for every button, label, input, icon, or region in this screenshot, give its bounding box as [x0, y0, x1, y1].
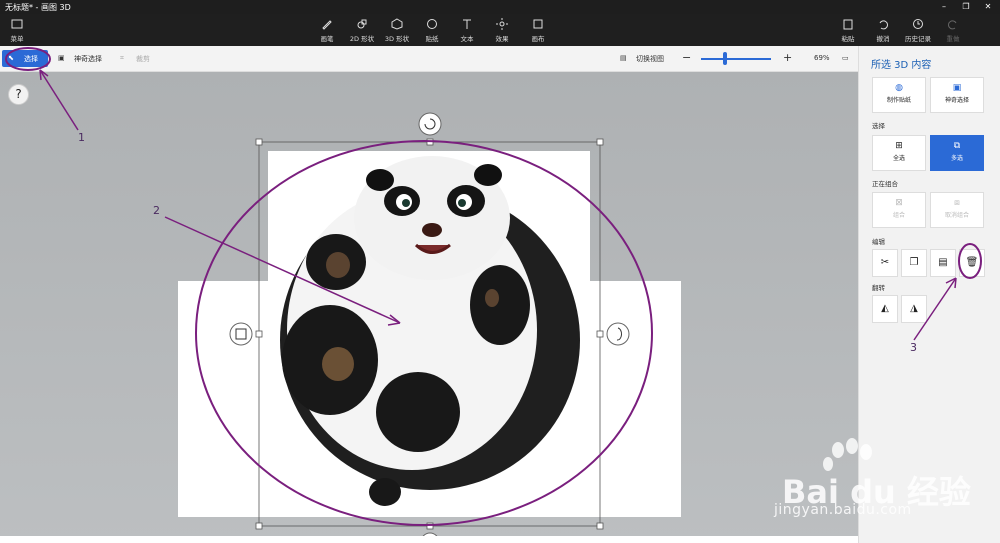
annotation-ellipse-delete — [958, 243, 982, 279]
annotation-label-2: 2 — [153, 204, 160, 217]
group-label: 组合 — [892, 212, 905, 219]
multi-select-label: 多选 — [950, 155, 963, 162]
redo-button[interactable]: 重做 — [936, 18, 970, 43]
redo-label: 重做 — [946, 35, 960, 43]
history-icon — [901, 18, 935, 32]
multi-select-button[interactable]: ⧉ 多选 — [930, 135, 984, 171]
annotation-arrow-1 — [39, 69, 79, 131]
resize-handle-l[interactable] — [255, 330, 263, 338]
group-icon: ⊠ — [895, 198, 903, 208]
make-sticker-label: 制作贴纸 — [886, 97, 911, 104]
section-group: 正在组合 — [872, 180, 898, 188]
section-select: 选择 — [872, 122, 885, 130]
history-label: 历史记录 — [905, 35, 931, 43]
resize-handle-tr[interactable] — [596, 138, 604, 146]
resize-handle-br[interactable] — [596, 522, 604, 530]
maximize-button[interactable]: ❐ — [955, 0, 977, 14]
sticker-icon: ◍ — [895, 83, 903, 93]
ungroup-button[interactable]: ⧈ 取消组合 — [930, 192, 984, 228]
annotation-label-3: 3 — [910, 341, 917, 354]
annotation-arrow-3 — [913, 277, 957, 341]
watermark-url: jingyan.baidu.com — [774, 502, 912, 518]
minimize-button[interactable]: – — [933, 0, 955, 14]
group-button[interactable]: ⊠ 组合 — [872, 192, 926, 228]
annotation-ellipse-select — [5, 47, 51, 71]
undo-label: 撤消 — [876, 35, 890, 43]
ungroup-icon: ⧈ — [954, 198, 960, 208]
magic-select-panel-label: 神奇选择 — [944, 97, 969, 104]
rotate-z-handle[interactable] — [418, 112, 442, 136]
select-all-label: 全选 — [892, 155, 905, 162]
close-button[interactable]: ✕ — [977, 0, 999, 14]
undo-icon — [866, 18, 900, 32]
magic-select-panel-button[interactable]: ▣ 神奇选择 — [930, 77, 984, 113]
ungroup-label: 取消组合 — [944, 212, 969, 219]
resize-handle-tl[interactable] — [255, 138, 263, 146]
rotate-x-handle[interactable] — [229, 322, 253, 346]
rotate-y-handle[interactable] — [606, 322, 630, 346]
undo-button[interactable]: 撤消 — [866, 18, 900, 43]
magic-select-icon: ▣ — [952, 83, 962, 93]
multi-select-icon: ⧉ — [953, 141, 961, 151]
annotation-layer-3 — [913, 243, 982, 341]
annotation-label-1: 1 — [78, 131, 85, 144]
history-button[interactable]: 历史记录 — [901, 18, 935, 43]
make-sticker-button[interactable]: ◍ 制作贴纸 — [872, 77, 926, 113]
redo-icon — [936, 18, 970, 32]
resize-handle-r[interactable] — [596, 330, 604, 338]
panel-title: 所选 3D 内容 — [871, 60, 932, 71]
canvas-scene — [5, 47, 681, 543]
select-all-button[interactable]: ⊞ 全选 — [872, 135, 926, 171]
resize-handle-bl[interactable] — [255, 522, 263, 530]
status-strip — [0, 536, 858, 543]
select-all-icon: ⊞ — [895, 141, 903, 151]
